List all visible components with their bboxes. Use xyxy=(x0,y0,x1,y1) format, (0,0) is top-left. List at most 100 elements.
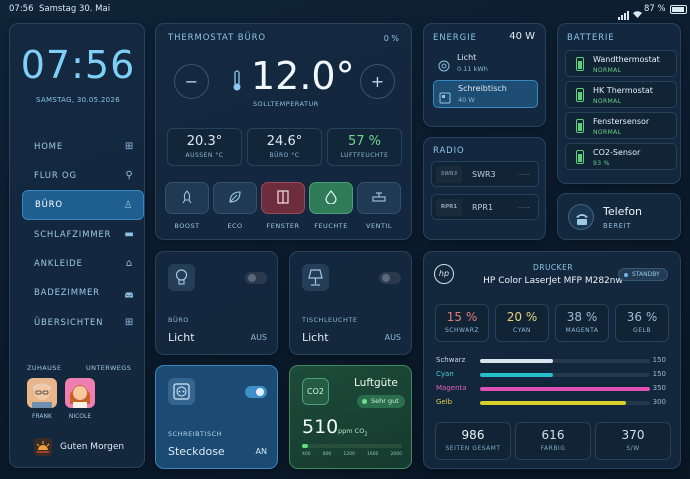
mode-eco-button[interactable] xyxy=(213,182,257,214)
count-value: 300 xyxy=(652,398,666,406)
mode-boost-button[interactable] xyxy=(165,182,209,214)
ink-gelb: 36 % GELB xyxy=(615,304,669,342)
air-scale-labels: 400 800 1200 1600 2000 xyxy=(302,452,402,457)
stat-luftfeuchte: 57 % LUFTFEUCHTE xyxy=(327,128,402,166)
count-name: Schwarz xyxy=(436,356,466,364)
sunrise-icon xyxy=(34,438,52,456)
tile-tischleuchte[interactable]: TISCHLEUCHTE Licht AUS xyxy=(289,251,412,355)
battery-item-status: NORMAL xyxy=(593,129,622,136)
sidebar: 07:56 SAMSTAG, 30.05.2026 HOME ⊞ FLUR OG ⚲… xyxy=(9,23,145,468)
lightbulb-icon xyxy=(168,264,195,291)
ink-label: SCHWARZ xyxy=(445,327,479,334)
mode-feuchte-button[interactable] xyxy=(309,182,353,214)
radio-station-swr3[interactable]: SWR3 SWR3 ..... xyxy=(431,161,539,187)
air-unit-main: ppm CO xyxy=(338,427,365,435)
energy-item-value: 0.11 kWh xyxy=(457,65,488,73)
thermostat-title: THERMOSTAT BÜRO xyxy=(168,33,267,43)
nav-badezimmer[interactable]: BADEZIMMER ◛ xyxy=(22,278,144,308)
tischleuchte-toggle[interactable] xyxy=(379,272,401,284)
tile-schreibtisch-steckdose[interactable]: SCHREIBTISCH Steckdose AN xyxy=(155,365,278,469)
valve-icon xyxy=(372,189,386,208)
air-value: 510 xyxy=(302,416,339,438)
sidebar-date: SAMSTAG, 30.05.2026 xyxy=(36,96,120,104)
avatar-frank[interactable] xyxy=(27,378,57,408)
air-title: Luftgüte xyxy=(354,377,398,389)
nav-home[interactable]: HOME ⊞ xyxy=(22,132,144,162)
presence-away-label: UNTERWEGS xyxy=(86,364,132,372)
mode-fenster-button[interactable] xyxy=(261,182,305,214)
count-row-cyan: Cyan 150 xyxy=(436,370,666,380)
avatar-nicole[interactable] xyxy=(65,378,95,408)
battery-item-name: Fenstersensor xyxy=(593,117,650,126)
nav-ankleide[interactable]: ANKLEIDE ⌂ xyxy=(22,249,144,279)
count-track xyxy=(480,373,650,377)
nav-flur-og[interactable]: FLUR OG ⚲ xyxy=(22,161,144,191)
mode-ventil-button[interactable] xyxy=(357,182,401,214)
battery-item[interactable]: Fenstersensor NORMAL xyxy=(565,112,677,139)
stat-value: 20.3° xyxy=(186,134,223,149)
tile-buero-licht[interactable]: BÜRO Licht AUS xyxy=(155,251,278,355)
energy-item-name: Licht xyxy=(457,53,477,62)
window-icon xyxy=(276,189,290,208)
decrease-temp-button[interactable]: − xyxy=(174,64,209,99)
office-chair-icon: ♙ xyxy=(123,200,134,211)
nav-buero[interactable]: BÜRO ♙ xyxy=(22,190,144,220)
station-dots: ..... xyxy=(517,201,530,210)
radio-title: RADIO xyxy=(433,146,465,156)
count-fill xyxy=(480,373,554,377)
ink-value: 15 % xyxy=(446,310,478,324)
air-quality-card[interactable]: CO2 Luftgüte Sehr gut 510 ppm CO2 400 80… xyxy=(289,365,412,469)
scale-tick: 800 xyxy=(322,452,332,457)
energy-item-name: Schreibtisch xyxy=(458,84,507,93)
count-row-schwarz: Schwarz 150 xyxy=(436,356,666,366)
energy-item-value: 40 W xyxy=(458,96,475,104)
tile-state: AUS xyxy=(250,333,267,342)
count-track xyxy=(480,387,650,391)
station-name: SWR3 xyxy=(472,170,496,179)
scale-tick: 400 xyxy=(302,452,311,457)
tile-state: AN xyxy=(255,447,267,456)
energy-item-licht[interactable]: Licht 0.11 kWh xyxy=(433,50,538,77)
air-unit-sub: 2 xyxy=(364,431,368,438)
stat-label: BÜRO °C xyxy=(269,152,300,159)
mode-label: FEUCHTE xyxy=(314,222,348,230)
thermometer-icon xyxy=(232,70,242,92)
radio-station-rpr1[interactable]: RPR1 RPR1 ..... xyxy=(431,194,539,220)
ink-value: 36 % xyxy=(626,310,658,324)
battery-level-icon xyxy=(576,119,584,133)
stat-buero: 24.6° BÜRO °C xyxy=(247,128,322,166)
battery-item[interactable]: CO2-Sensor 93 % xyxy=(565,143,677,170)
hanger-icon: ⌂ xyxy=(125,258,134,269)
status-time: 07:56 xyxy=(9,4,34,14)
grid-icon: ⊞ xyxy=(124,141,135,152)
ink-cyan: 20 % CYAN xyxy=(495,304,549,342)
battery-item[interactable]: HK Thermostat NORMAL xyxy=(565,81,677,108)
count-name: Cyan xyxy=(436,370,454,378)
person-name: NICOLE xyxy=(68,413,92,420)
nav-uebersichten[interactable]: ÜBERSICHTEN ⊞ xyxy=(22,308,144,338)
ink-label: MAGENTA xyxy=(565,327,599,334)
energy-item-schreibtisch[interactable]: Schreibtisch 40 W xyxy=(433,80,538,108)
nav-schlafzimmer[interactable]: SCHLAFZIMMER ▬ xyxy=(22,220,144,250)
station-dots: ..... xyxy=(517,168,530,177)
thermostat-card: THERMOSTAT BÜRO 0 % − 12.0° SOLLTEMPERAT… xyxy=(155,23,412,240)
battery-icon xyxy=(670,5,687,14)
status-date: Samstag 30. Mai xyxy=(39,4,111,14)
nav-label: FLUR OG xyxy=(34,171,77,181)
count-fill xyxy=(480,387,650,391)
count-name: Magenta xyxy=(436,384,467,392)
increase-temp-button[interactable]: + xyxy=(360,64,395,99)
battery-item-status: NORMAL xyxy=(593,67,622,74)
licht-toggle[interactable] xyxy=(245,272,267,284)
tile-room: SCHREIBTISCH xyxy=(168,430,222,438)
steckdose-toggle[interactable] xyxy=(245,386,267,398)
battery-item[interactable]: Wandthermostat NORMAL xyxy=(565,50,677,77)
wifi-icon xyxy=(632,4,643,18)
station-name: RPR1 xyxy=(472,203,494,212)
stat-value: 24.6° xyxy=(266,134,303,149)
telefon-status: BEREIT xyxy=(603,222,631,230)
telefon-card[interactable]: Telefon BEREIT xyxy=(557,193,681,240)
ink-schwarz: 15 % SCHWARZ xyxy=(435,304,489,342)
tile-name: Licht xyxy=(302,331,329,344)
energy-total: 40 W xyxy=(509,31,535,42)
